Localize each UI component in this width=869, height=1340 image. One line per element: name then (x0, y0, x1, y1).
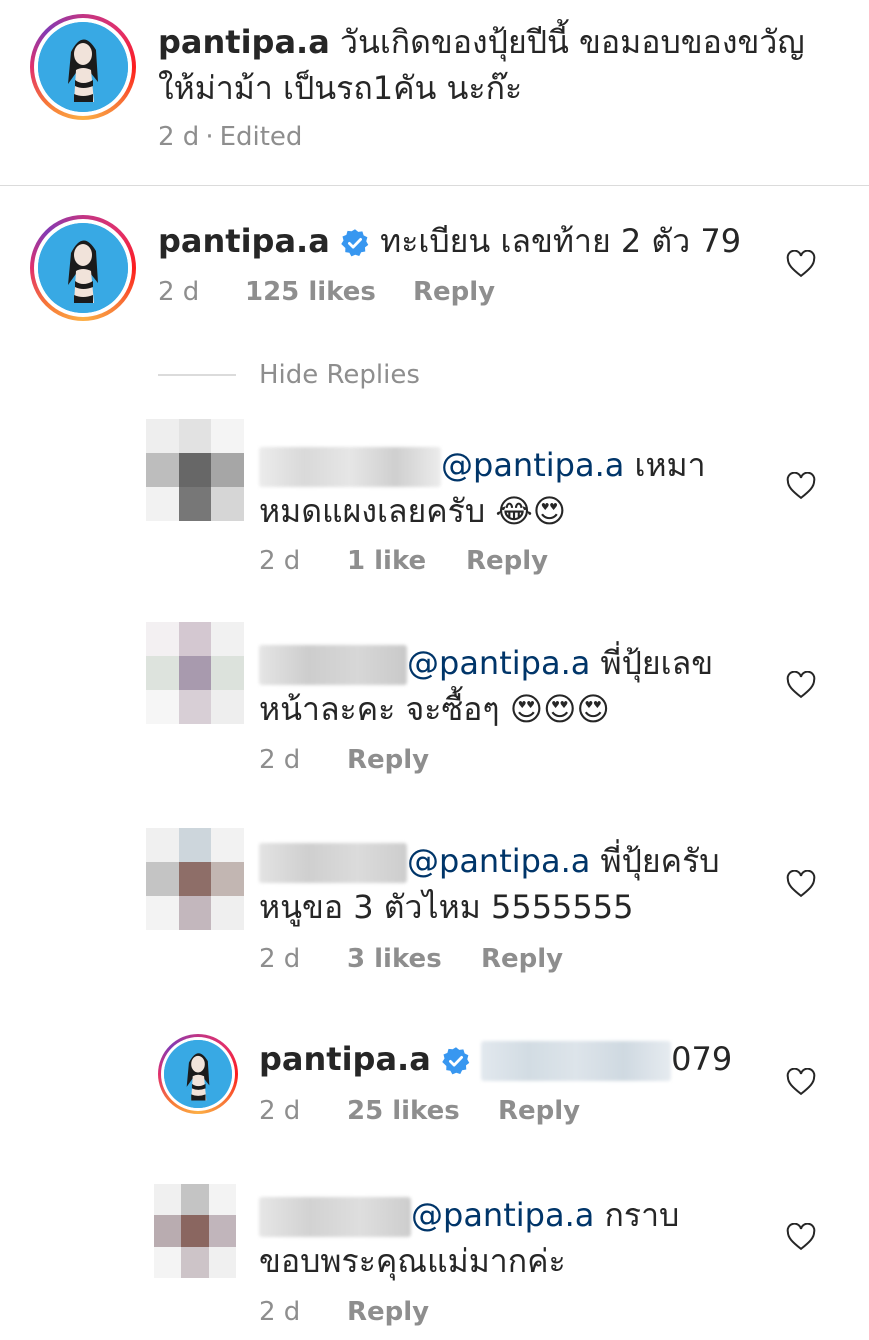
reply-text: @pantipa.a เหมา หมดแผงเลยครับ 😂😍 (259, 442, 779, 534)
reply-text-part: เหมา (624, 446, 706, 484)
reply-button[interactable]: Reply (347, 745, 429, 775)
reply-button[interactable]: Reply (498, 1096, 580, 1126)
reply-button[interactable]: Reply (347, 1297, 429, 1327)
reply-button[interactable]: Reply (466, 546, 548, 576)
mention-link[interactable]: @pantipa.a (441, 446, 624, 484)
reply-meta: 2 d 25 likes Reply (259, 1096, 580, 1126)
owner-reply-avatar[interactable] (158, 1034, 238, 1114)
reply-time: 2 d (259, 745, 301, 775)
hide-replies-button[interactable]: Hide Replies (259, 360, 420, 390)
reply-time: 2 d (259, 1297, 301, 1327)
comment-likes[interactable]: 125 likes (245, 277, 413, 307)
reply-likes[interactable]: 25 likes (347, 1096, 498, 1126)
profile-illustration-icon (38, 223, 128, 313)
reply-text: @pantipa.a พี่ปุ้ยครับ หนูขอ 3 ตัวไหม 55… (259, 838, 779, 930)
reply-text-part: พี่ปุ้ยเลข (590, 644, 714, 682)
verified-badge-icon (442, 1047, 470, 1075)
blurred-username[interactable] (259, 447, 441, 487)
caption-text-line2: ให้ม่าม้า เป็นรถ1คัน นะก๊ะ (158, 69, 523, 107)
comment-time: 2 d (158, 277, 200, 307)
caption-avatar[interactable] (30, 14, 136, 120)
blurred-username[interactable] (259, 645, 407, 685)
reply-time: 2 d (259, 1096, 301, 1126)
heart-outline-icon[interactable] (786, 870, 816, 898)
reply-text-part: พี่ปุ้ยครับ (590, 842, 720, 880)
blurred-username[interactable] (259, 1197, 411, 1237)
mention-link[interactable]: @pantipa.a (411, 1196, 594, 1234)
heart-outline-icon[interactable] (786, 1068, 816, 1096)
heart-outline-icon[interactable] (786, 472, 816, 500)
reply-meta: 2 d Reply (259, 1297, 429, 1327)
reply-text-line2: หนูขอ 3 ตัวไหม 5555555 (259, 888, 634, 926)
caption-text: pantipa.a วันเกิดของปุ้ยปีนี้ ขอมอบของขว… (158, 19, 848, 111)
blurred-username[interactable] (259, 843, 407, 883)
mention-link[interactable]: @pantipa.a (407, 842, 590, 880)
heart-outline-icon[interactable] (786, 1223, 816, 1251)
comment-text: pantipa.a ทะเบียน เลขท้าย 2 ตัว 79 (158, 218, 778, 264)
caption-edited: Edited (219, 122, 303, 152)
profile-illustration-icon (164, 1040, 232, 1108)
heart-outline-icon[interactable] (786, 250, 816, 278)
comment-avatar[interactable] (30, 215, 136, 321)
reply-text-part: 079 (671, 1040, 733, 1078)
reply-text: @pantipa.a กราบ ขอบพระคุณแม่มากค่ะ (259, 1192, 779, 1284)
reply-username[interactable]: pantipa.a (259, 1040, 431, 1078)
heart-outline-icon[interactable] (786, 671, 816, 699)
reply-text-line2: ขอบพระคุณแม่มากค่ะ (259, 1242, 566, 1280)
reply-text: @pantipa.a พี่ปุ้ยเลข หน้าละคะ จะซื้อๆ 😍… (259, 640, 779, 732)
reply-time: 2 d (259, 944, 301, 974)
caption-meta: 2 d · Edited (158, 122, 302, 152)
hide-replies-line (158, 374, 236, 376)
reply-text-line2: หมดแผงเลยครับ 😂😍 (259, 492, 567, 530)
caption-time: 2 d (158, 122, 200, 152)
profile-illustration-icon (38, 22, 128, 112)
mention-link[interactable]: @pantipa.a (407, 644, 590, 682)
verified-badge-icon (341, 229, 369, 257)
reply-button[interactable]: Reply (481, 944, 563, 974)
reply-meta: 2 d Reply (259, 745, 429, 775)
reply-avatar-blurred[interactable] (146, 419, 244, 521)
comment-body: ทะเบียน เลขท้าย 2 ตัว 79 (380, 222, 742, 260)
reply-likes[interactable]: 1 like (347, 546, 466, 576)
caption-separator: · (205, 122, 214, 152)
reply-avatar-blurred[interactable] (154, 1184, 236, 1278)
blurred-number (481, 1041, 672, 1081)
caption-text-line1: วันเกิดของปุ้ยปีนี้ ขอมอบของขวัญ (339, 23, 805, 61)
reply-text-part: กราบ (594, 1196, 680, 1234)
caption-divider (0, 185, 869, 186)
reply-meta: 2 d 1 like Reply (259, 546, 548, 576)
reply-avatar-blurred[interactable] (146, 828, 244, 930)
reply-avatar-blurred[interactable] (146, 622, 244, 724)
comment-meta: 2 d 125 likes Reply (158, 277, 495, 307)
caption-username[interactable]: pantipa.a (158, 23, 330, 61)
reply-likes[interactable]: 3 likes (347, 944, 481, 974)
comment-reply-button[interactable]: Reply (413, 277, 495, 307)
comment-username[interactable]: pantipa.a (158, 222, 330, 260)
reply-text-line2: หน้าละคะ จะซื้อๆ 😍😍😍 (259, 690, 610, 728)
reply-time: 2 d (259, 546, 301, 576)
reply-meta: 2 d 3 likes Reply (259, 944, 563, 974)
reply-text: pantipa.a 079 (259, 1036, 779, 1082)
